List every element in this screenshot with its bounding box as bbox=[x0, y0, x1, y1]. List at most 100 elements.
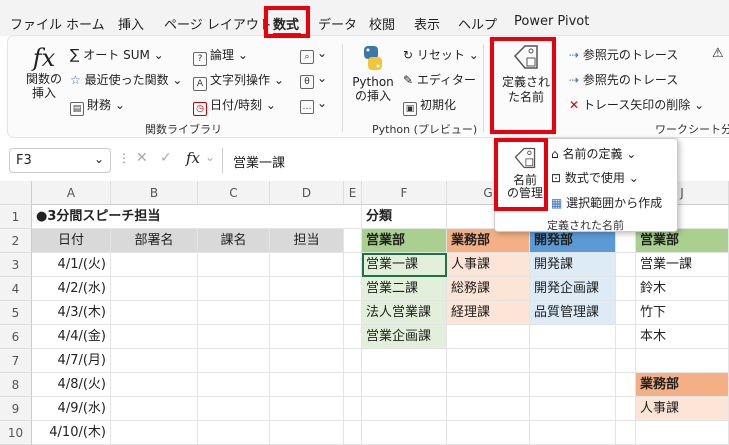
autosum-button[interactable]: ∑ オート SUM ⌄ bbox=[70, 46, 164, 63]
trace-precedents-button[interactable]: ⇢ 参照元のトレース bbox=[569, 46, 678, 63]
select-all-corner[interactable] bbox=[0, 181, 32, 205]
header-cell[interactable]: 課名 bbox=[198, 229, 270, 253]
dev-section-cell[interactable]: 開発課 bbox=[530, 253, 616, 277]
ops-section-cell[interactable]: 人事課 bbox=[447, 253, 530, 277]
remove-arrows-button[interactable]: ✕ トレース矢印の削除 ⌄ bbox=[569, 96, 704, 113]
menu-help[interactable]: ヘルプ bbox=[458, 14, 497, 33]
cell[interactable] bbox=[447, 349, 530, 373]
ops-section-cell[interactable]: 総務課 bbox=[447, 277, 530, 301]
cell[interactable] bbox=[270, 397, 344, 421]
enter-icon[interactable]: ✓ bbox=[160, 150, 172, 166]
dept-header-sales[interactable]: 営業部 bbox=[362, 229, 447, 253]
lookup-button[interactable]: ⌕ ⌄ bbox=[300, 46, 327, 64]
cell[interactable] bbox=[362, 421, 447, 445]
cell[interactable] bbox=[616, 253, 636, 277]
trace-dependents-button[interactable]: ⇢ 参照先のトレース bbox=[569, 71, 678, 88]
row-header[interactable]: 1 bbox=[0, 205, 32, 229]
row-header[interactable]: 7 bbox=[0, 349, 32, 373]
cell[interactable] bbox=[616, 373, 636, 397]
cell[interactable] bbox=[344, 397, 362, 421]
date-cell[interactable]: 4/10/(木) bbox=[32, 421, 111, 445]
cell[interactable] bbox=[344, 373, 362, 397]
cell[interactable] bbox=[344, 349, 362, 373]
cell[interactable] bbox=[362, 349, 447, 373]
cell[interactable] bbox=[616, 325, 636, 349]
recent-functions-button[interactable]: ☆ 最近使った関数 ⌄ bbox=[70, 71, 182, 88]
python-insert-button[interactable]: Python の挿入 bbox=[350, 44, 396, 103]
sales-section-cell[interactable]: 営業企画課 bbox=[362, 325, 447, 349]
menu-view[interactable]: 表示 bbox=[414, 14, 440, 33]
cell[interactable] bbox=[198, 349, 270, 373]
cancel-icon[interactable]: ✕ bbox=[136, 150, 148, 166]
sales-section-cell[interactable]: 営業二課 bbox=[362, 277, 447, 301]
date-cell[interactable]: 4/2/(水) bbox=[32, 277, 111, 301]
cell[interactable] bbox=[344, 205, 362, 229]
create-from-selection-button[interactable]: ▦ 選択範囲から作成 bbox=[551, 194, 662, 211]
date-cell[interactable]: 4/9/(水) bbox=[32, 397, 111, 421]
column-header[interactable]: B bbox=[111, 181, 198, 205]
more-functions-button[interactable]: … ⌄ bbox=[300, 96, 327, 114]
menu-power-pivot[interactable]: Power Pivot bbox=[514, 14, 589, 29]
cell[interactable] bbox=[344, 421, 362, 445]
j-list-cell[interactable]: 鈴木 bbox=[636, 277, 729, 301]
cell[interactable] bbox=[198, 253, 270, 277]
header-cell[interactable]: 担当 bbox=[270, 229, 344, 253]
dev-section-cell[interactable]: 開発企画課 bbox=[530, 277, 616, 301]
cell[interactable] bbox=[362, 397, 447, 421]
cell[interactable] bbox=[447, 421, 530, 445]
j-list-cell[interactable]: 竹下 bbox=[636, 301, 729, 325]
j-list-cell[interactable]: 本木 bbox=[636, 325, 729, 349]
column-header[interactable]: E bbox=[344, 181, 362, 205]
cell[interactable] bbox=[344, 229, 362, 253]
header-cell[interactable]: 日付 bbox=[32, 229, 111, 253]
cell[interactable] bbox=[270, 277, 344, 301]
cell[interactable] bbox=[270, 421, 344, 445]
cell[interactable] bbox=[111, 301, 198, 325]
cell[interactable] bbox=[198, 373, 270, 397]
j-list-cell[interactable]: 営業一課 bbox=[636, 253, 729, 277]
column-header[interactable]: A bbox=[32, 181, 111, 205]
cell[interactable] bbox=[198, 397, 270, 421]
menu-page-layout[interactable]: ページ レイアウト bbox=[164, 14, 272, 33]
sales-section-cell[interactable]: 法人営業課 bbox=[362, 301, 447, 325]
cell[interactable] bbox=[111, 277, 198, 301]
cell[interactable] bbox=[198, 277, 270, 301]
cell[interactable] bbox=[447, 325, 530, 349]
menu-data[interactable]: データ bbox=[318, 14, 357, 33]
row-header[interactable]: 3 bbox=[0, 253, 32, 277]
date-cell[interactable]: 4/3/(木) bbox=[32, 301, 111, 325]
menu-review[interactable]: 校閲 bbox=[369, 14, 395, 33]
cell[interactable] bbox=[362, 373, 447, 397]
header-cell[interactable]: 部署名 bbox=[111, 229, 198, 253]
cell[interactable] bbox=[198, 301, 270, 325]
cell[interactable] bbox=[447, 397, 530, 421]
row-header[interactable]: 2 bbox=[0, 229, 32, 253]
row-header[interactable]: 4 bbox=[0, 277, 32, 301]
logical-button[interactable]: ? 論理 ⌄ bbox=[193, 46, 248, 66]
cell[interactable] bbox=[344, 301, 362, 325]
cell[interactable] bbox=[198, 421, 270, 445]
insert-function-fx-icon[interactable]: fx bbox=[186, 149, 200, 167]
row-header[interactable]: 6 bbox=[0, 325, 32, 349]
column-header[interactable]: C bbox=[198, 181, 270, 205]
date-cell[interactable]: 4/4/(金) bbox=[32, 325, 111, 349]
cell[interactable] bbox=[616, 277, 636, 301]
cell[interactable] bbox=[616, 349, 636, 373]
text-button[interactable]: A 文字列操作 ⌄ bbox=[193, 71, 284, 91]
editor-button[interactable]: ✎ エディター bbox=[403, 71, 476, 88]
row-header[interactable]: 10 bbox=[0, 421, 32, 445]
cell[interactable] bbox=[111, 349, 198, 373]
column-header[interactable]: F bbox=[362, 181, 447, 205]
ops-section-cell[interactable]: 経理課 bbox=[447, 301, 530, 325]
cell[interactable] bbox=[111, 325, 198, 349]
cell[interactable] bbox=[530, 373, 616, 397]
cell[interactable] bbox=[198, 325, 270, 349]
cell[interactable] bbox=[344, 325, 362, 349]
cell[interactable] bbox=[111, 373, 198, 397]
row-header[interactable]: 9 bbox=[0, 397, 32, 421]
j-header-sales[interactable]: 営業部 bbox=[636, 229, 729, 253]
cell[interactable] bbox=[270, 373, 344, 397]
row-header[interactable]: 8 bbox=[0, 373, 32, 397]
cell[interactable] bbox=[270, 325, 344, 349]
bunrui-label[interactable]: 分類 bbox=[362, 205, 447, 229]
